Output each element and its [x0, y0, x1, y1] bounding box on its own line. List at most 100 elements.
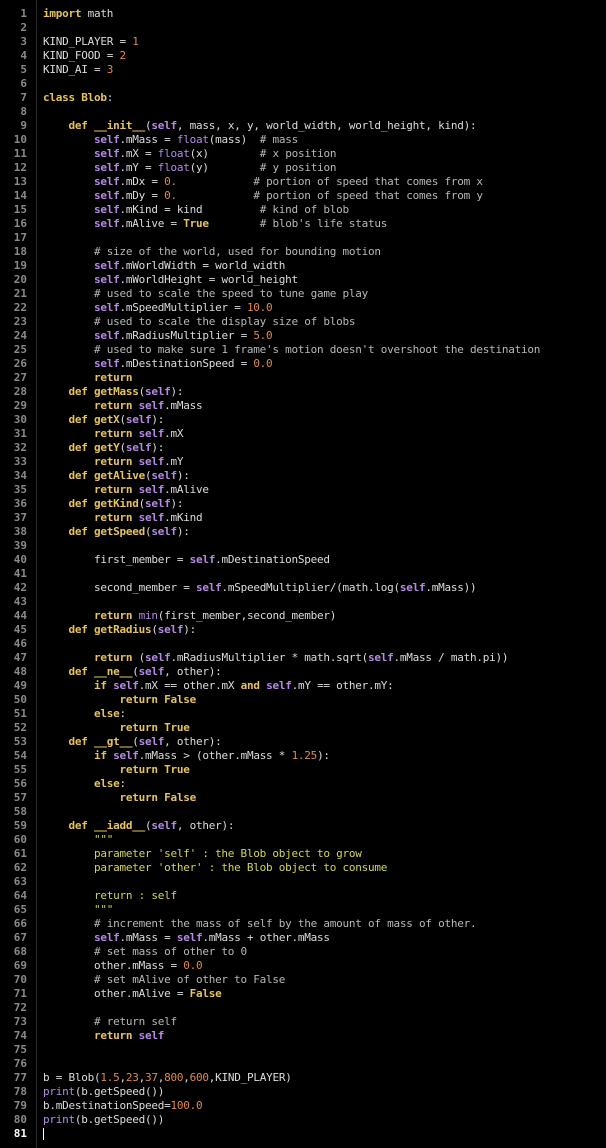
code-line[interactable]: 1 import math [0, 7, 606, 21]
code-token-t [43, 357, 94, 370]
code-text: print(b.getSpeed()) [43, 1113, 164, 1127]
code-line[interactable]: 2 [0, 21, 606, 35]
code-line[interactable]: 60 """ [0, 833, 606, 847]
code-line[interactable]: 57 return False [0, 791, 606, 805]
code-line[interactable]: 62 parameter 'other' : the Blob object t… [0, 861, 606, 875]
code-line[interactable]: 36 def getKind(self): [0, 497, 606, 511]
code-line[interactable]: 55 return True [0, 763, 606, 777]
code-line[interactable]: 63 [0, 875, 606, 889]
code-line[interactable]: 8 [0, 105, 606, 119]
code-line[interactable]: 70 # set mAlive of other to False [0, 973, 606, 987]
code-line[interactable]: 45 def getRadius(self): [0, 623, 606, 637]
code-line[interactable]: 71 other.mAlive = False [0, 987, 606, 1001]
code-line[interactable]: 6 [0, 77, 606, 91]
code-line[interactable]: 64 return : self [0, 889, 606, 903]
code-token-t: .mWorldWidth = world_width [119, 259, 286, 272]
code-line[interactable]: 68 # set mass of other to 0 [0, 945, 606, 959]
code-text: return min(first_member,second_member) [43, 609, 336, 623]
code-line[interactable]: 30 def getX(self): [0, 413, 606, 427]
code-line[interactable]: 66 # increment the mass of self by the a… [0, 917, 606, 931]
code-line[interactable]: 34 def getAlive(self): [0, 469, 606, 483]
code-line[interactable]: 65 """ [0, 903, 606, 917]
code-token-t [43, 833, 94, 846]
code-line[interactable]: 15 self.mKind = kind # kind of blob [0, 203, 606, 217]
code-line[interactable]: 52 return True [0, 721, 606, 735]
code-token-num: 600 [189, 1071, 209, 1084]
code-token-t [43, 679, 94, 692]
code-token-t: .mSpeedMultiplier = [119, 301, 247, 314]
code-token-kw: return [93, 483, 133, 496]
code-line[interactable]: 46 [0, 637, 606, 651]
code-line[interactable]: 3 KIND_PLAYER = 1 [0, 35, 606, 49]
code-line[interactable]: 43 [0, 595, 606, 609]
code-area[interactable]: 1 import math 2 3 KIND_PLAYER = 1 4 KIND_FOOD … [0, 0, 606, 1148]
code-line[interactable]: 77 b = Blob(1.5,23,37,800,600,KIND_PLAYER… [0, 1071, 606, 1085]
code-line[interactable]: 51 else: [0, 707, 606, 721]
code-line[interactable]: 39 [0, 539, 606, 553]
code-line[interactable]: 79 b.mDestinationSpeed=100.0 [0, 1099, 606, 1113]
code-line[interactable]: 80 print(b.getSpeed()) [0, 1113, 606, 1127]
code-line[interactable]: 50 return False [0, 693, 606, 707]
code-line[interactable]: 35 return self.mAlive [0, 483, 606, 497]
code-line[interactable]: 16 self.mAlive = True # blob's life stat… [0, 217, 606, 231]
line-number: 13 [13, 175, 27, 188]
code-line[interactable]: 22 self.mSpeedMultiplier = 10.0 [0, 301, 606, 315]
code-line[interactable]: 28 def getMass(self): [0, 385, 606, 399]
code-line[interactable]: 7 class Blob: [0, 91, 606, 105]
code-line[interactable]: 67 self.mMass = self.mMass + other.mMass [0, 931, 606, 945]
code-line[interactable]: 21 # used to scale the speed to tune gam… [0, 287, 606, 301]
code-line[interactable]: 27 return [0, 371, 606, 385]
code-line[interactable]: 24 self.mRadiusMultiplier = 5.0 [0, 329, 606, 343]
code-line[interactable]: 56 else: [0, 777, 606, 791]
code-line[interactable]: 14 self.mDy = 0. # portion of speed that… [0, 189, 606, 203]
code-editor[interactable]: 1 import math 2 3 KIND_PLAYER = 1 4 KIND_FOOD … [0, 0, 606, 1148]
code-line[interactable]: 78 print(b.getSpeed()) [0, 1085, 606, 1099]
line-number: 41 [13, 567, 27, 580]
code-line[interactable]: 48 def __ne__(self, other): [0, 665, 606, 679]
line-number: 75 [13, 1043, 27, 1056]
code-text: self.mWorldWidth = world_width [43, 259, 285, 273]
code-line[interactable]: 4 KIND_FOOD = 2 [0, 49, 606, 63]
code-line[interactable]: 18 # size of the world, used for boundin… [0, 245, 606, 259]
code-line[interactable]: 74 return self [0, 1029, 606, 1043]
code-line[interactable]: 13 self.mDx = 0. # portion of speed that… [0, 175, 606, 189]
code-line[interactable]: 44 return min(first_member,second_member… [0, 609, 606, 623]
code-text: # used to scale the display size of blob… [43, 315, 356, 329]
code-token-self: self [138, 455, 165, 468]
code-line[interactable]: 31 return self.mX [0, 427, 606, 441]
code-line[interactable]: 40 first_member = self.mDestinationSpeed [0, 553, 606, 567]
code-line[interactable]: 38 def getSpeed(self): [0, 525, 606, 539]
code-line[interactable]: 26 self.mDestinationSpeed = 0.0 [0, 357, 606, 371]
code-line[interactable]: 42 second_member = self.mSpeedMultiplier… [0, 581, 606, 595]
code-line[interactable]: 76 [0, 1057, 606, 1071]
code-line[interactable]: 37 return self.mKind [0, 511, 606, 525]
code-line[interactable]: 17 [0, 231, 606, 245]
code-line[interactable]: 20 self.mWorldHeight = world_height [0, 273, 606, 287]
code-line[interactable]: 29 return self.mMass [0, 399, 606, 413]
code-line[interactable]: 10 self.mMass = float(mass) # mass [0, 133, 606, 147]
code-token-t: .mRadiusMultiplier = [119, 329, 254, 342]
code-line[interactable]: 47 return (self.mRadiusMultiplier * math… [0, 651, 606, 665]
code-token-t: .mDestinationSpeed = [119, 357, 254, 370]
code-line[interactable]: 73 # return self [0, 1015, 606, 1029]
code-line[interactable]: 69 other.mMass = 0.0 [0, 959, 606, 973]
code-line[interactable]: 54 if self.mMass > (other.mMass * 1.25): [0, 749, 606, 763]
code-line[interactable]: 59 def __iadd__(self, other): [0, 819, 606, 833]
code-line[interactable]: 53 def __gt__(self, other): [0, 735, 606, 749]
code-line[interactable]: 33 return self.mY [0, 455, 606, 469]
code-line[interactable]: 75 [0, 1043, 606, 1057]
code-line[interactable]: 12 self.mY = float(y) # y position [0, 161, 606, 175]
code-line[interactable]: 58 [0, 805, 606, 819]
code-line[interactable]: 32 def getY(self): [0, 441, 606, 455]
code-line[interactable]: 25 # used to make sure 1 frame's motion … [0, 343, 606, 357]
code-line[interactable]: 61 parameter 'self' : the Blob object to… [0, 847, 606, 861]
code-line[interactable]: 49 if self.mX == other.mX and self.mY ==… [0, 679, 606, 693]
code-line[interactable]: 11 self.mX = float(x) # x position [0, 147, 606, 161]
code-line[interactable]: 5 KIND_AI = 3 [0, 63, 606, 77]
code-line[interactable]: 72 [0, 1001, 606, 1015]
code-line[interactable]: 41 [0, 567, 606, 581]
code-line[interactable]: 9 def __init__(self, mass, x, y, world_w… [0, 119, 606, 133]
code-line[interactable]: 81 [0, 1127, 606, 1141]
code-line[interactable]: 23 # used to scale the display size of b… [0, 315, 606, 329]
code-line[interactable]: 19 self.mWorldWidth = world_width [0, 259, 606, 273]
